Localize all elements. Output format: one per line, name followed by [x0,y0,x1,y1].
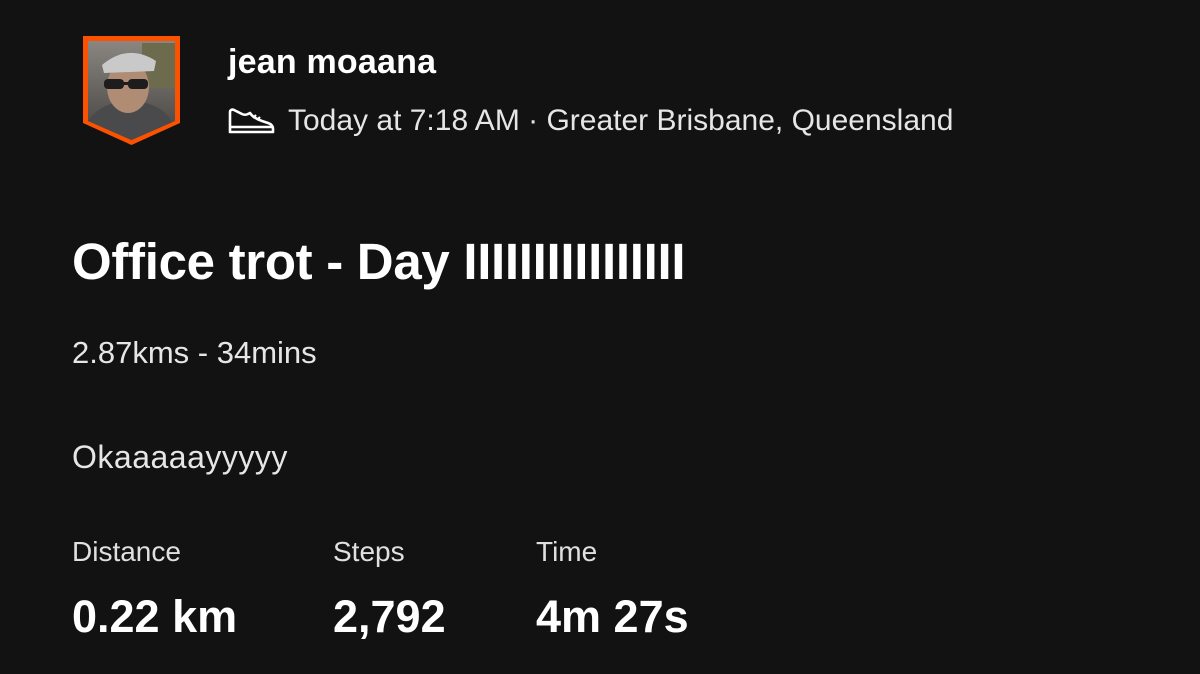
activity-description: Okaaaaayyyyy [72,439,288,475]
activity-meta: Today at 7:18 AM · Greater Brisbane, Que… [226,101,953,141]
shoe-icon [226,106,276,136]
activity-date-location: Today at 7:18 AM · Greater Brisbane, Que… [288,104,954,137]
athlete-avatar[interactable] [80,35,183,146]
stat-distance-label: Distance [72,536,181,567]
activity-summary: 2.87kms - 34mins [72,335,317,370]
athlete-name[interactable]: jean moaana [228,41,436,83]
stat-time-value: 4m 27s [536,591,689,642]
stat-time: Time 4m 27s [536,533,689,645]
stat-steps: Steps 2,792 [333,533,446,645]
activity-title[interactable]: Office trot - Day IIIIIIIIIIIIIIII [72,230,686,294]
stat-time-label: Time [536,536,598,567]
stat-steps-label: Steps [333,536,405,567]
stat-distance-value: 0.22 km [72,591,238,642]
stat-steps-value: 2,792 [333,591,446,642]
stat-distance: Distance 0.22 km [72,533,237,645]
